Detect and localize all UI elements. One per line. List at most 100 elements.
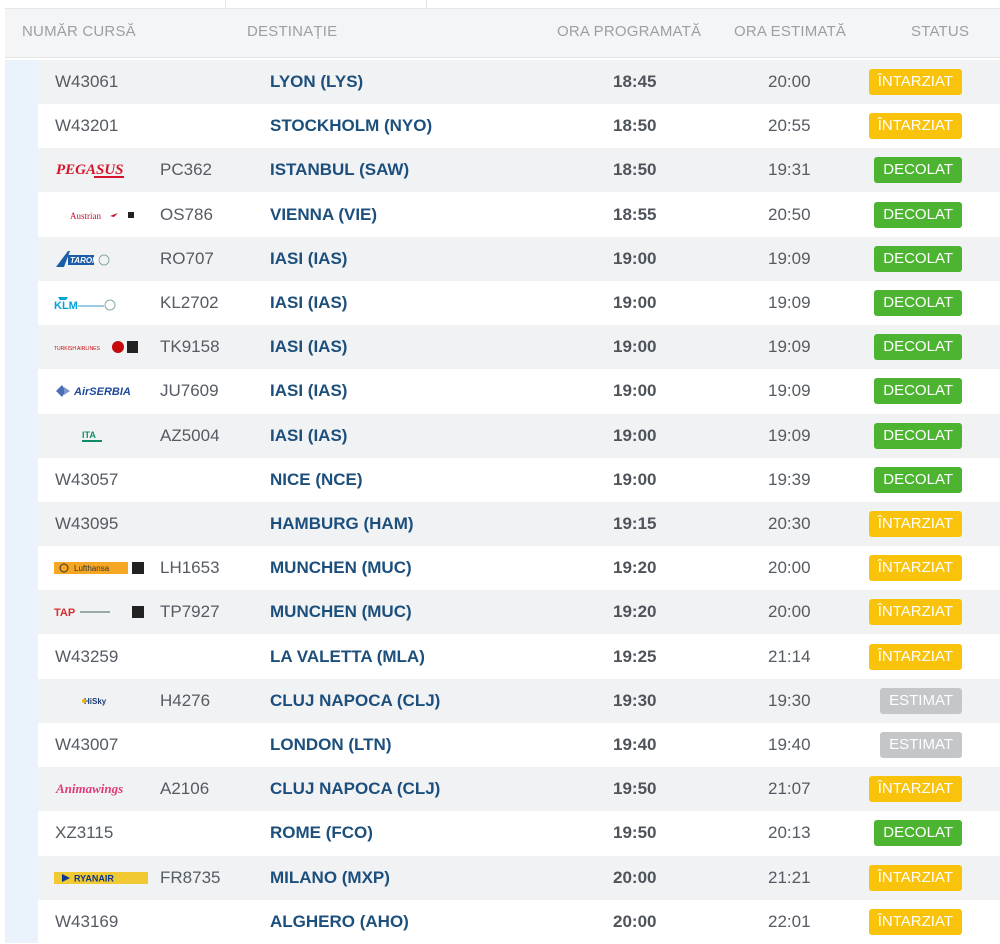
header-status[interactable]: STATUS: [911, 14, 969, 50]
destination[interactable]: HAMBURG (HAM): [270, 502, 414, 546]
svg-text:TAP: TAP: [54, 607, 75, 619]
flight-row[interactable]: W43095 HAMBURG (HAM) 19:15 20:30 ÎNTARZIAT: [38, 502, 1000, 546]
flight-row[interactable]: KLM KL2702 IASI (IAS) 19:00 19:09 DECOLAT: [38, 281, 1000, 325]
flight-row[interactable]: W43169 ALGHERO (AHO) 20:00 22:01 ÎNTARZIAT: [38, 899, 1000, 944]
flight-row[interactable]: TAP TP7927 MUNCHEN (MUC) 19:20 20:00 ÎNTARZIA…: [38, 590, 1000, 635]
svg-text:AirSERBIA: AirSERBIA: [73, 386, 131, 398]
flight-row[interactable]: Austrian OS786 VIENNA (VIE) 18:55 20:50 DECOL…: [38, 192, 1000, 237]
destination[interactable]: MILANO (MXP): [270, 856, 390, 900]
header-scheduled-time[interactable]: ORA PROGRAMATĂ: [557, 14, 701, 50]
scheduled-time: 18:55: [613, 204, 657, 224]
flight-row[interactable]: Lufthansa LH1653 MUNCHEN (MUC) 19:20 20:00 ÎN…: [38, 546, 1000, 591]
flight-row[interactable]: W43057 NICE (NCE) 19:00 19:39 DECOLAT: [38, 457, 1000, 502]
estimated-time: 21:07: [768, 779, 811, 799]
status-badge: DECOLAT: [874, 378, 962, 405]
estimated-time: 20:30: [768, 514, 811, 533]
destination[interactable]: CLUJ NAPOCA (CLJ): [270, 767, 440, 811]
flight-row[interactable]: W43061 LYON (LYS) 18:45 20:00 ÎNTARZIAT: [38, 60, 1000, 104]
svg-text:TAROM: TAROM: [70, 256, 99, 265]
status-badge: DECOLAT: [874, 201, 962, 228]
flight-number: W43057: [55, 469, 119, 489]
flight-number: W43259: [55, 646, 119, 666]
status-badge: ÎNTARZIAT: [868, 555, 962, 582]
destination[interactable]: NICE (NCE): [270, 458, 363, 502]
flight-number: PC362: [160, 160, 212, 180]
status-badge: ÎNTARZIAT: [868, 776, 962, 803]
status-badge: ÎNTARZIAT: [868, 908, 962, 935]
header-bar: [5, 8, 1000, 58]
header-flight-number[interactable]: NUMĂR CURSĂ: [22, 14, 136, 50]
hisky-logo: HiSky: [54, 691, 148, 711]
flight-row[interactable]: XZ3115 ROME (FCO) 19:50 20:13 DECOLAT: [38, 811, 1000, 856]
estimated-time: 19:09: [768, 248, 811, 268]
scheduled-time: 19:50: [613, 779, 657, 799]
destination[interactable]: ROME (FCO): [270, 811, 373, 855]
estimated-time: 20:50: [768, 204, 811, 224]
klm-logo: KLM: [54, 293, 148, 313]
estimated-time: 20:13: [768, 823, 811, 843]
tarom-logo: TAROM: [54, 249, 148, 269]
active-tab-destination[interactable]: [225, 0, 427, 8]
scheduled-time: 19:00: [613, 248, 657, 268]
ryanair-logo: RYANAIR: [54, 868, 148, 888]
svg-text:ITA: ITA: [82, 430, 96, 440]
scheduled-time: 19:30: [613, 690, 657, 710]
flight-row[interactable]: ITA AZ5004 IASI (IAS) 19:00 19:09 DECOLAT: [38, 413, 1000, 458]
svg-text:PEGASUS: PEGASUS: [56, 162, 124, 178]
estimated-time: 20:00: [768, 558, 811, 578]
flight-row[interactable]: W43007 LONDON (LTN) 19:40 19:40 ESTIMAT: [38, 723, 1000, 767]
destination[interactable]: IASI (IAS): [270, 325, 347, 369]
airserbia-logo: AirSERBIA: [54, 381, 148, 401]
scheduled-time: 18:50: [613, 160, 657, 180]
status-badge: ÎNTARZIAT: [868, 511, 962, 537]
scheduled-time: 19:00: [613, 469, 657, 489]
flight-row[interactable]: Animawings A2106 CLUJ NAPOCA (CLJ) 19:50 21:…: [38, 767, 1000, 812]
destination[interactable]: LA VALETTA (MLA): [270, 635, 425, 679]
destination[interactable]: STOCKHOLM (NYO): [270, 104, 432, 148]
status-badge: ÎNTARZIAT: [868, 113, 962, 140]
header-estimated-time[interactable]: ORA ESTIMATĂ: [734, 14, 846, 50]
status-badge: ÎNTARZIAT: [868, 864, 962, 891]
status-badge: ESTIMAT: [880, 687, 962, 714]
destination[interactable]: ISTANBUL (SAW): [270, 148, 409, 192]
flight-row[interactable]: RYANAIR FR8735 MILANO (MXP) 20:00 21:21 ÎNTAR…: [38, 855, 1000, 900]
destination[interactable]: ALGHERO (AHO): [270, 900, 409, 944]
flight-row[interactable]: TURKISH AIRLINES TK9158 IASI (IAS) 19:00 19:…: [38, 325, 1000, 370]
scheduled-time: 19:50: [613, 823, 657, 843]
destination[interactable]: IASI (IAS): [270, 414, 347, 458]
estimated-time: 19:09: [768, 293, 811, 312]
scheduled-time: 19:00: [613, 425, 657, 445]
austrian-logo: Austrian: [54, 205, 148, 225]
destination[interactable]: LYON (LYS): [270, 60, 363, 104]
scheduled-time: 19:25: [613, 646, 657, 666]
status-badge: DECOLAT: [874, 157, 962, 184]
flight-number: W43007: [55, 735, 119, 754]
destination[interactable]: IASI (IAS): [270, 237, 347, 281]
flight-row[interactable]: TAROM RO707 IASI (IAS) 19:00 19:09 DECOLAT: [38, 236, 1000, 281]
destination[interactable]: IASI (IAS): [270, 281, 347, 325]
flight-row[interactable]: AirSERBIA JU7609 IASI (IAS) 19:00 19:09 DECOL…: [38, 369, 1000, 414]
scheduled-time: 18:50: [613, 116, 657, 136]
destination[interactable]: MUNCHEN (MUC): [270, 590, 412, 634]
scheduled-time: 19:20: [613, 558, 657, 578]
flight-row[interactable]: PEGASUS PC362 ISTANBUL (SAW) 18:50 19:31 DECO…: [38, 148, 1000, 193]
table-header: NUMĂR CURSĂ DESTINAȚIE ORA PROGRAMATĂ OR…: [0, 0, 1000, 60]
destination[interactable]: LONDON (LTN): [270, 723, 392, 767]
flight-number: TK9158: [160, 337, 220, 357]
flight-row[interactable]: W43259 LA VALETTA (MLA) 19:25 21:14 ÎNTARZIA…: [38, 634, 1000, 679]
flight-number: FR8735: [160, 867, 221, 887]
flight-row[interactable]: W43201 STOCKHOLM (NYO) 18:50 20:55 ÎNTARZIAT: [38, 104, 1000, 149]
flight-number: W43061: [55, 72, 119, 91]
destination[interactable]: MUNCHEN (MUC): [270, 546, 412, 590]
header-destination[interactable]: DESTINAȚIE: [247, 14, 337, 50]
status-badge: ÎNTARZIAT: [868, 599, 962, 626]
left-strip: [5, 60, 38, 943]
estimated-time: 19:09: [768, 381, 811, 401]
flight-number: KL2702: [160, 293, 219, 312]
destination[interactable]: IASI (IAS): [270, 369, 347, 413]
destination[interactable]: CLUJ NAPOCA (CLJ): [270, 679, 440, 723]
flight-row[interactable]: HiSky H4276 CLUJ NAPOCA (CLJ) 19:30 19:30 EST…: [38, 678, 1000, 723]
estimated-time: 21:21: [768, 867, 811, 887]
destination[interactable]: VIENNA (VIE): [270, 193, 377, 237]
tap-portugal-logo: TAP: [54, 602, 148, 622]
